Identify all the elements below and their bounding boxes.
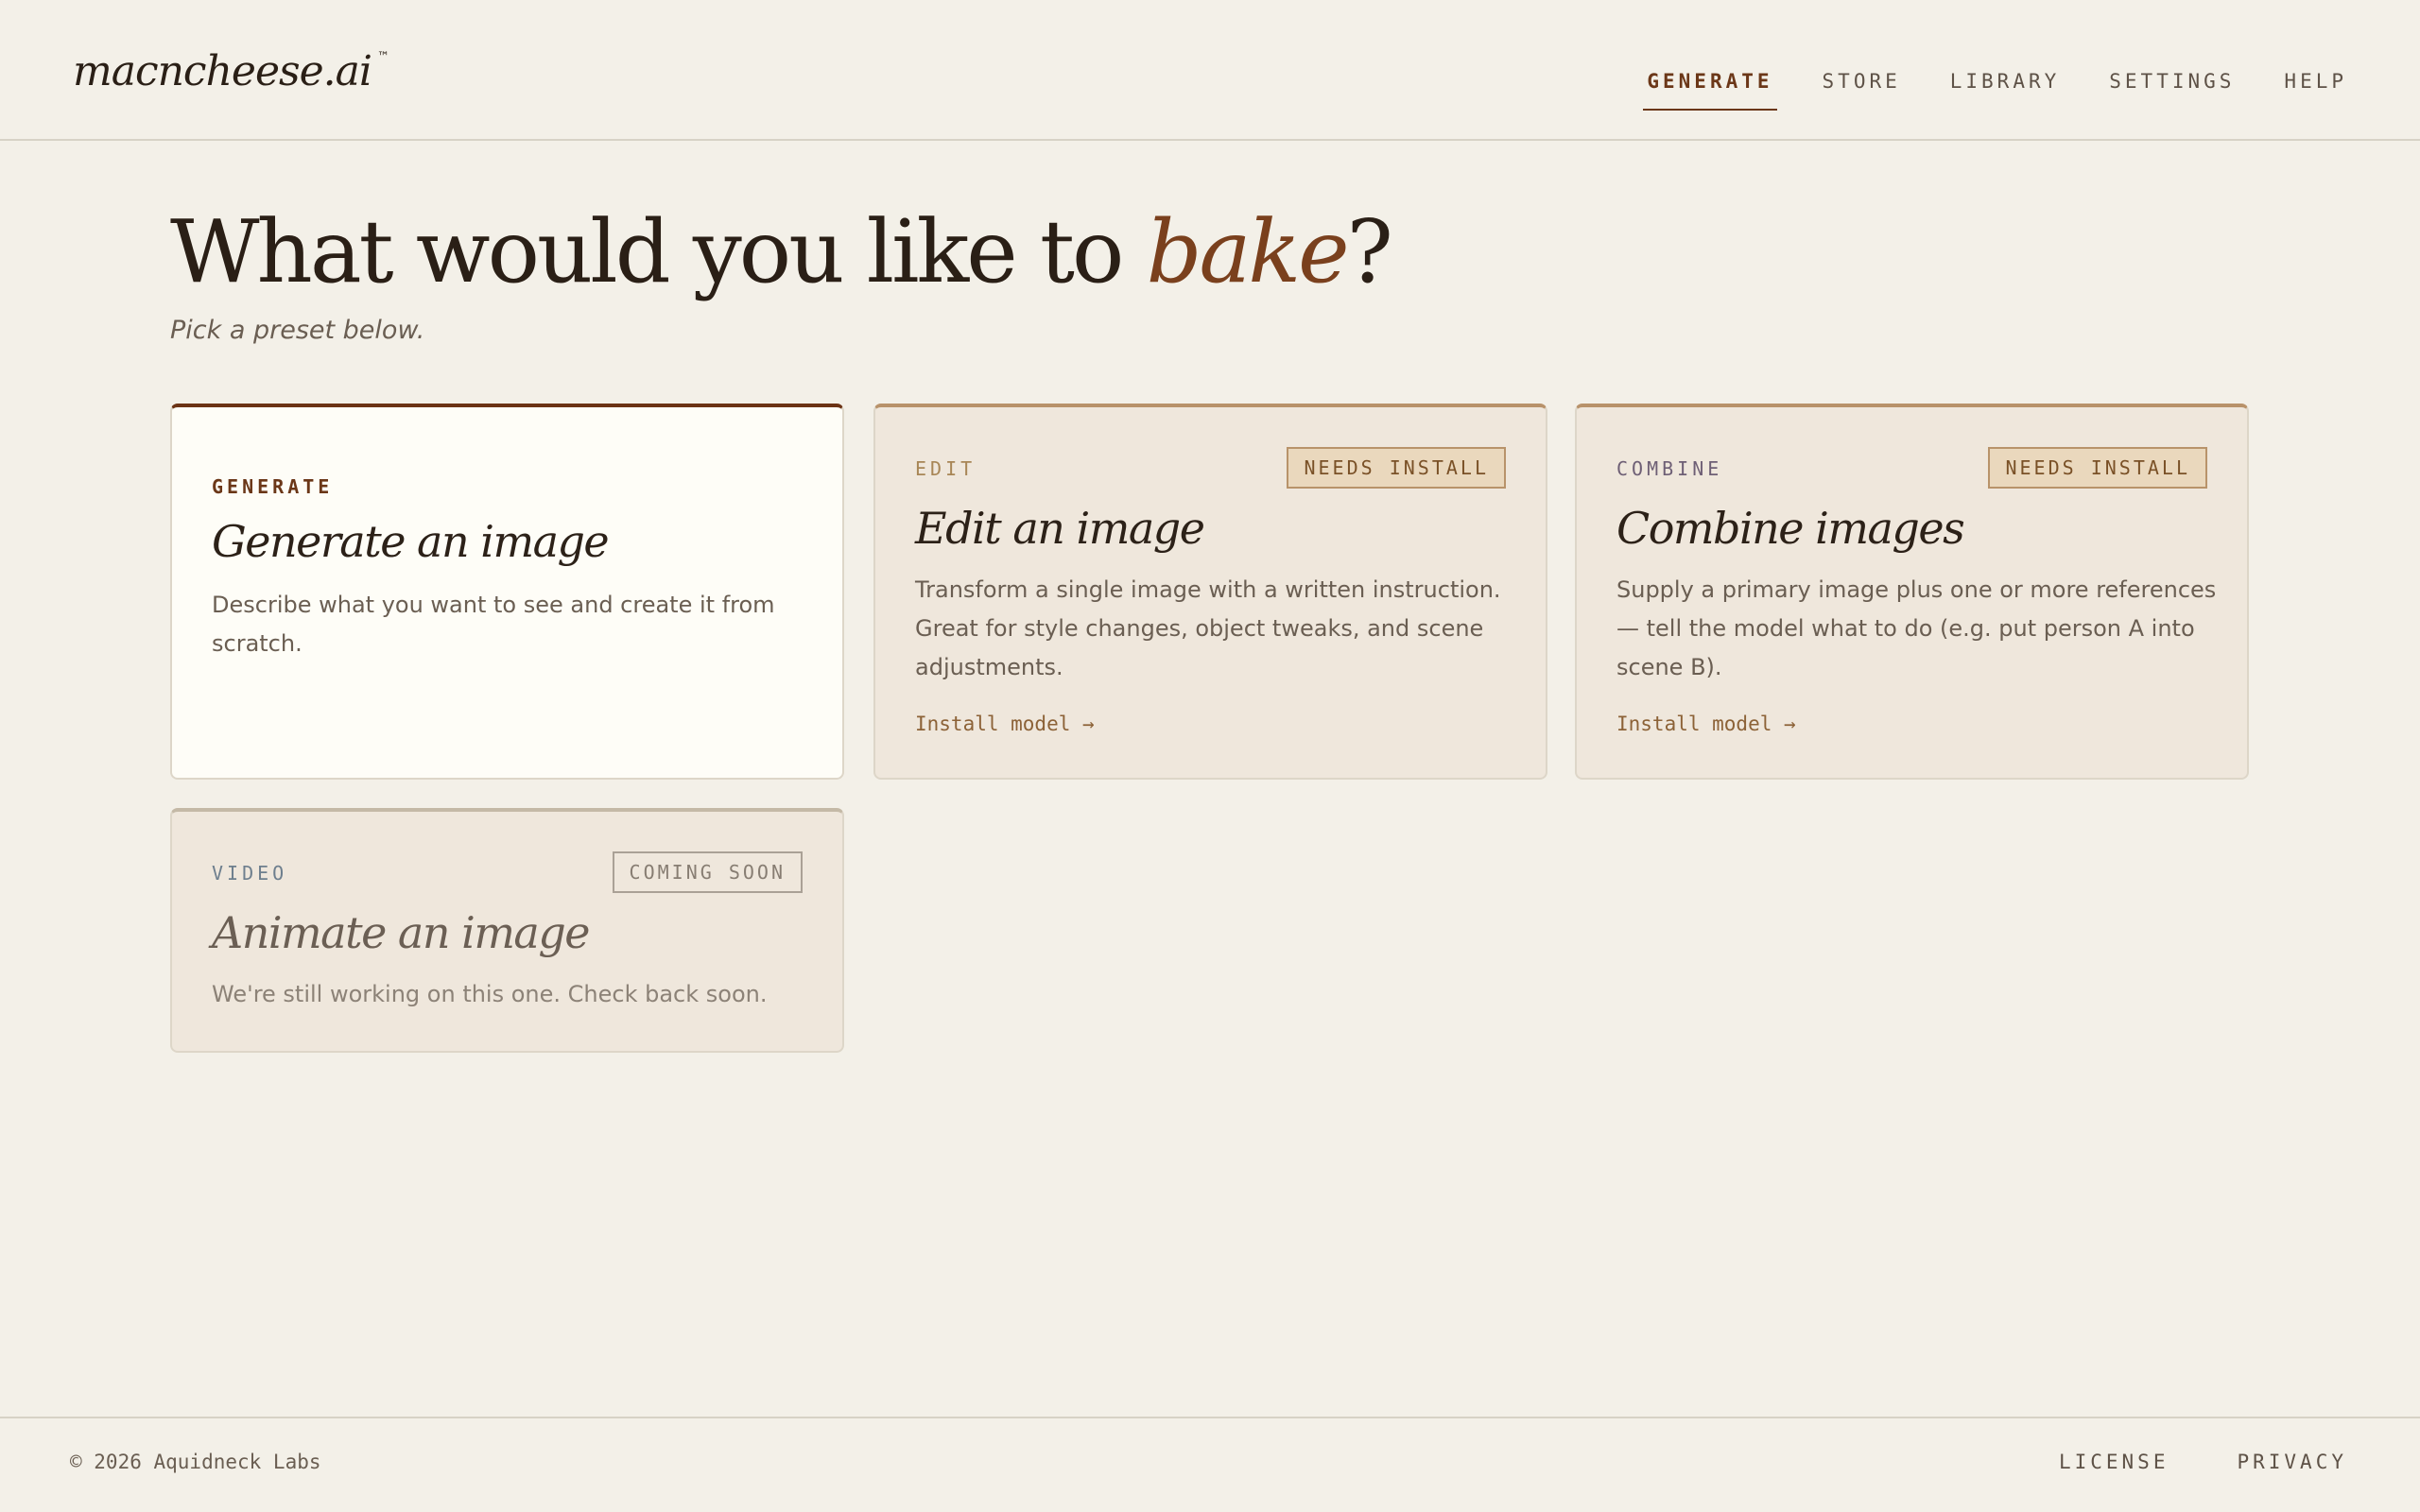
- nav-item-store[interactable]: STORE: [1823, 0, 1901, 93]
- card-title: Edit an image: [915, 503, 1205, 554]
- page-subtitle: Pick a preset below.: [170, 316, 425, 345]
- copyright-text: © 2026 Aquidneck Labs: [70, 1451, 321, 1473]
- card-description: Supply a primary image plus one or more …: [1616, 576, 2217, 680]
- card-title: Generate an image: [212, 516, 610, 567]
- footer-link-license[interactable]: LICENSE: [2059, 1451, 2169, 1473]
- card-title: Animate an image: [212, 907, 591, 958]
- footer-links: LICENSE PRIVACY: [1991, 1451, 2347, 1473]
- logo-text: macncheese.ai: [73, 47, 372, 95]
- install-model-link[interactable]: Install model →: [1616, 713, 1796, 735]
- preset-card-combine[interactable]: COMBINE NEEDS INSTALL Combine images Sup…: [1575, 404, 2249, 780]
- nav-item-help[interactable]: HELP: [2284, 0, 2347, 93]
- needs-install-badge: NEEDS INSTALL: [1287, 447, 1506, 489]
- title-prefix: What would you like to: [170, 201, 1147, 302]
- footer-link-privacy[interactable]: PRIVACY: [2237, 1451, 2347, 1473]
- top-header: macncheese.ai ™ GENERATE STORE LIBRARY SE…: [0, 0, 2420, 141]
- title-accent: bake: [1146, 201, 1350, 302]
- trademark-mark: ™: [376, 50, 389, 64]
- page-footer: © 2026 Aquidneck Labs LICENSE PRIVACY: [0, 1417, 2420, 1512]
- coming-soon-badge: COMING SOON: [612, 851, 803, 893]
- nav-item-generate[interactable]: GENERATE: [1643, 0, 1777, 111]
- nav-item-settings[interactable]: SETTINGS: [2109, 0, 2235, 93]
- preset-card-video: VIDEO COMING SOON Animate an image We're…: [170, 808, 844, 1053]
- install-model-link[interactable]: Install model →: [915, 713, 1095, 735]
- main-nav: GENERATE STORE LIBRARY SETTINGS HELP: [1598, 0, 2347, 141]
- app-logo[interactable]: macncheese.ai ™: [73, 47, 389, 95]
- nav-item-library[interactable]: LIBRARY: [1950, 0, 2061, 93]
- card-tag: VIDEO: [212, 862, 288, 885]
- card-description: Describe what you want to see and create…: [212, 592, 775, 657]
- card-tag: EDIT: [915, 457, 977, 480]
- card-description: Transform a single image with a written …: [915, 576, 1501, 680]
- needs-install-badge: NEEDS INSTALL: [1988, 447, 2207, 489]
- title-suffix: ?: [1346, 201, 1393, 302]
- preset-card-edit[interactable]: EDIT NEEDS INSTALL Edit an image Transfo…: [873, 404, 1547, 780]
- card-tag: COMBINE: [1616, 457, 1723, 480]
- card-tag: GENERATE: [212, 475, 334, 498]
- page-title: What would you like to bake?: [170, 201, 1393, 302]
- card-title: Combine images: [1616, 503, 1965, 554]
- card-description: We're still working on this one. Check b…: [212, 981, 768, 1007]
- preset-card-generate[interactable]: GENERATE Generate an image Describe what…: [170, 404, 844, 780]
